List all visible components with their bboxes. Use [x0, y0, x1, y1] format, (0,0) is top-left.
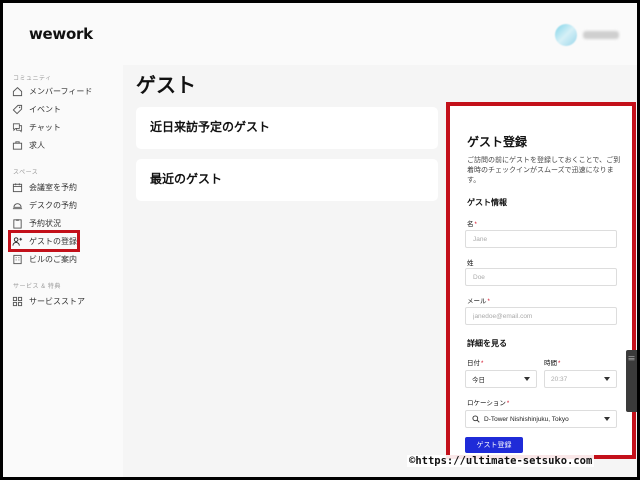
first-name-label: 名* [467, 221, 477, 228]
house-icon [11, 85, 23, 97]
recent-guests-card[interactable]: 最近のゲスト [136, 159, 438, 201]
register-guest-button[interactable]: ゲスト登録 [465, 437, 523, 453]
sidebar-item-jobs[interactable]: 求人 [11, 137, 45, 153]
last-name-label: 姓 [467, 260, 474, 267]
avatar[interactable] [555, 24, 577, 46]
panel-title: ゲスト登録 [467, 135, 528, 149]
email-field[interactable] [465, 307, 617, 325]
section-space: スペース [13, 170, 39, 176]
email-label: メール* [467, 298, 490, 305]
guest-info-heading: ゲスト情報 [467, 198, 507, 207]
location-select[interactable]: D-Tower Nishishinjuku, Tokyo [465, 410, 617, 428]
last-name-field[interactable] [465, 268, 617, 286]
time-label: 時間* [544, 360, 561, 367]
sidebar: コミュニティ メンバーフィード イベント チャット 求人 スペース 会議室を予約… [3, 65, 123, 477]
briefcase-icon [11, 139, 23, 151]
search-icon [472, 415, 480, 423]
time-select[interactable]: 20:37 [544, 370, 617, 388]
sidebar-item-reservations[interactable]: 予約状況 [11, 215, 61, 231]
card-title: 近日来訪予定のゲスト [150, 120, 271, 134]
first-name-field[interactable] [465, 230, 617, 248]
sidebar-item-building-info[interactable]: ビルのご案内 [11, 251, 77, 267]
building-icon [11, 253, 23, 265]
clipboard-icon [11, 217, 23, 229]
sidebar-item-book-room[interactable]: 会議室を予約 [11, 179, 77, 195]
guest-registration-panel: ゲスト登録 ご訪問の前にゲストを登録しておくことで、ご到着時のチェックインがスム… [449, 105, 633, 457]
sidebar-item-label: 予約状況 [29, 218, 61, 228]
date-label: 日付* [467, 360, 484, 367]
highlight-box-guest-registration [8, 230, 80, 252]
chevron-down-icon [604, 377, 610, 381]
sidebar-item-label: メンバーフィード [29, 86, 93, 96]
calendar-icon [11, 181, 23, 193]
sidebar-item-label: ビルのご案内 [29, 254, 77, 264]
screenshot-frame: wework コミュニティ メンバーフィード イベント チャット 求人 スペース… [3, 3, 637, 477]
upcoming-guests-card[interactable]: 近日来訪予定のゲスト [136, 107, 438, 149]
chevron-down-icon [604, 417, 610, 421]
details-heading: 詳細を見る [467, 339, 507, 348]
wework-logo[interactable]: wework [29, 25, 93, 43]
location-label: ロケーション* [467, 400, 510, 407]
sidebar-item-chat[interactable]: チャット [11, 119, 61, 135]
sidebar-item-label: イベント [29, 104, 61, 114]
tag-icon [11, 103, 23, 115]
chat-icon [11, 121, 23, 133]
feedback-tab-mark: ||| [628, 356, 634, 361]
sidebar-item-label: チャット [29, 122, 61, 132]
sidebar-item-member-feed[interactable]: メンバーフィード [11, 83, 92, 99]
grid-icon [11, 295, 23, 307]
sidebar-item-label: デスクの予約 [29, 200, 77, 210]
panel-description: ご訪問の前にゲストを登録しておくことで、ご到着時のチェックインがスムーズで迅速に… [467, 157, 621, 184]
page-title: ゲスト [136, 75, 196, 97]
section-community: コミュニティ [13, 76, 52, 82]
sidebar-item-label: 会議室を予約 [29, 182, 77, 192]
top-bar: wework [3, 3, 637, 65]
feedback-tab[interactable]: ||| [626, 350, 637, 412]
sidebar-item-service-store[interactable]: サービスストア [11, 293, 85, 309]
card-title: 最近のゲスト [150, 172, 223, 186]
watermark: ©https://ultimate-setsuko.com [407, 455, 595, 467]
sidebar-item-label: 求人 [29, 140, 45, 150]
sidebar-item-book-desk[interactable]: デスクの予約 [11, 197, 77, 213]
date-select[interactable]: 今日 [465, 370, 537, 388]
section-service: サービス & 特典 [13, 284, 61, 290]
sidebar-item-label: サービスストア [29, 296, 85, 306]
chevron-down-icon [524, 377, 530, 381]
user-name-blurred[interactable] [583, 31, 619, 39]
desk-icon [11, 199, 23, 211]
sidebar-item-events[interactable]: イベント [11, 101, 61, 117]
